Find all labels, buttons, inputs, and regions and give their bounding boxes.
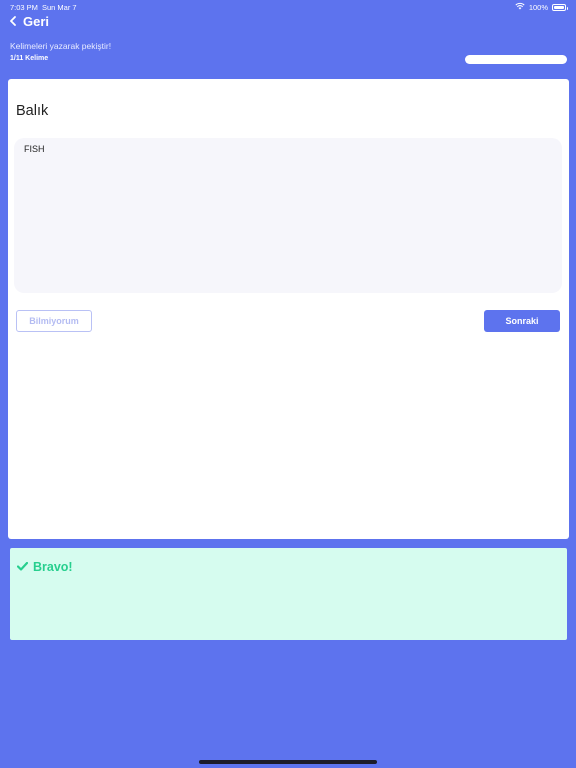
battery-percent: 100% [528, 2, 548, 12]
battery-icon [552, 3, 568, 11]
progress-label: 1/11 Kelime [10, 55, 49, 62]
status-time: 7:03 PM [10, 3, 38, 12]
back-button[interactable]: Geri [9, 13, 49, 29]
status-right: 100% [515, 2, 568, 12]
page-subtitle: Kelimeleri yazarak pekiştir! [10, 41, 112, 51]
checkmark-icon [16, 560, 29, 574]
feedback-title: Bravo! [16, 560, 73, 574]
feedback-panel: Bravo! [10, 548, 567, 640]
progress-bar [465, 55, 567, 64]
wifi-icon [515, 2, 525, 12]
word-prompt: Balık [16, 103, 49, 119]
status-bar: 7:03 PM Sun Mar 7 100% [0, 0, 576, 14]
next-button[interactable]: Sonraki [484, 310, 560, 332]
home-indicator[interactable] [199, 760, 377, 764]
feedback-message: Bravo! [33, 560, 73, 574]
chevron-left-icon [9, 14, 17, 29]
dont-know-button[interactable]: Bilmiyorum [16, 310, 92, 332]
back-label: Geri [23, 13, 50, 29]
quiz-card: Balık Bilmiyorum Sonraki [8, 79, 569, 539]
answer-input[interactable] [14, 138, 562, 293]
status-date: Sun Mar 7 [42, 3, 77, 12]
